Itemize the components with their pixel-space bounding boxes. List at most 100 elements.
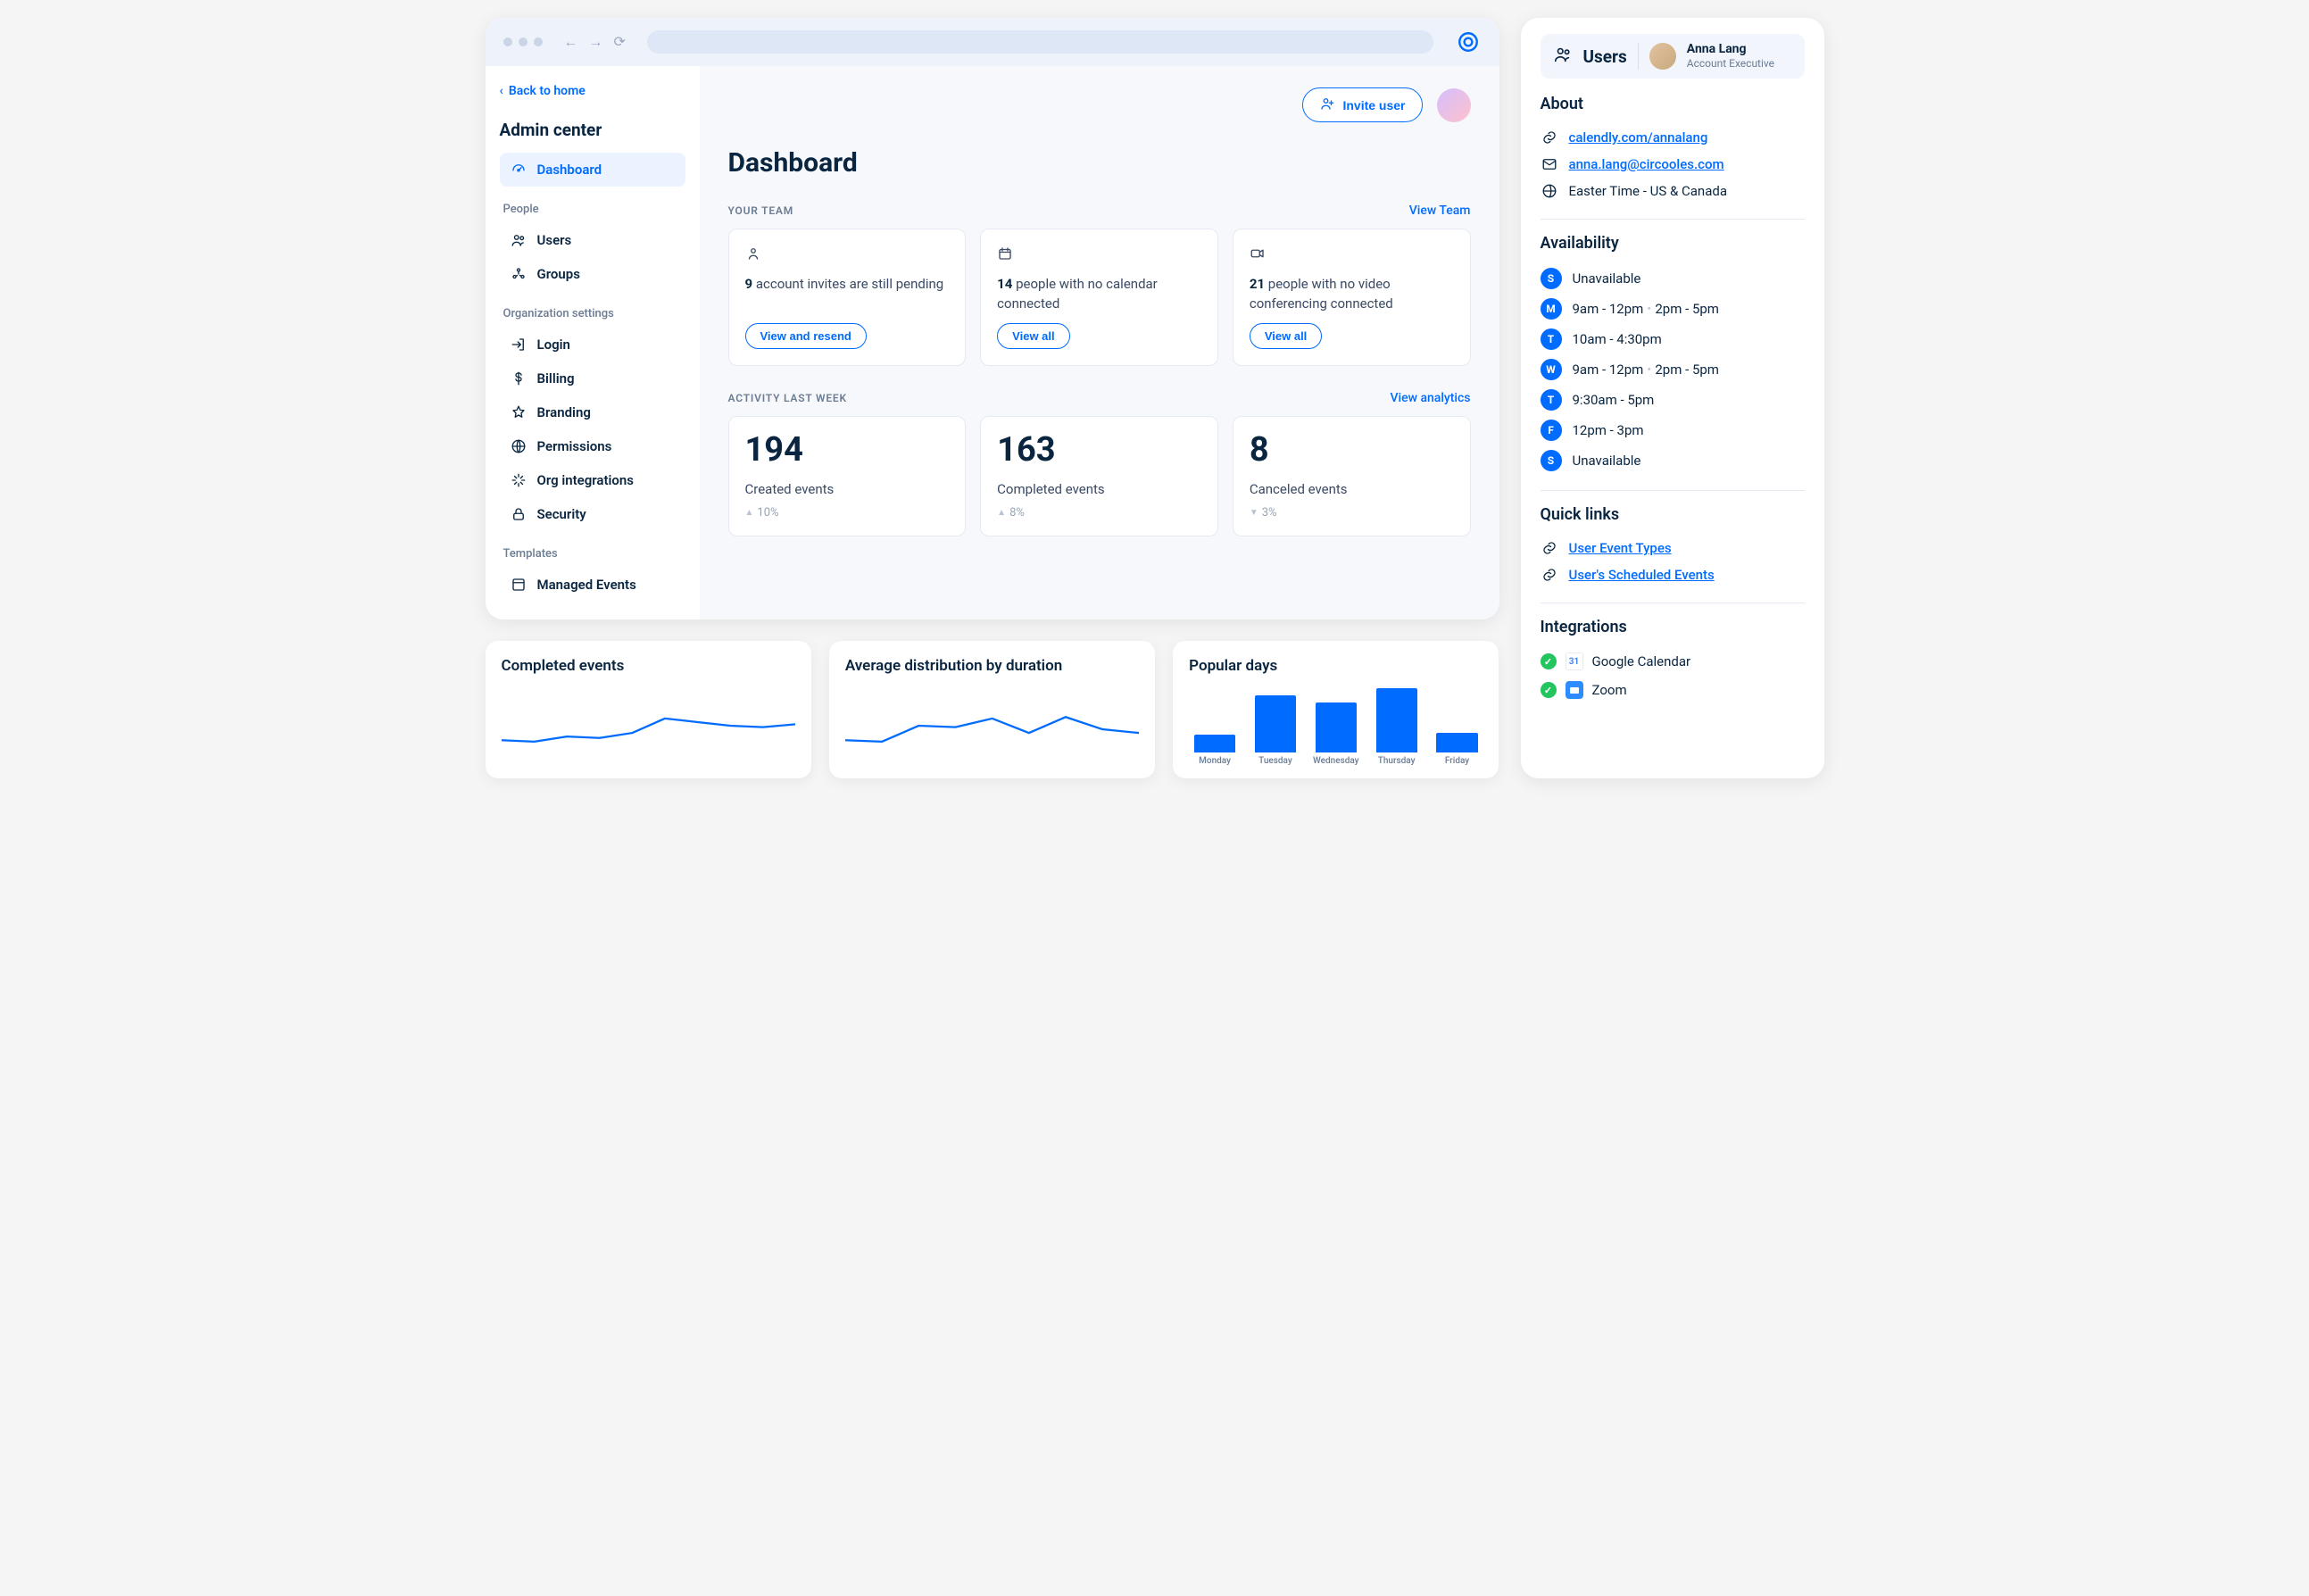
day-badge: M <box>1541 298 1562 320</box>
bar <box>1255 695 1296 752</box>
nav-label: Managed Events <box>537 577 636 593</box>
bar <box>1194 735 1235 752</box>
integrations-icon <box>511 472 527 488</box>
view-team-link[interactable]: View Team <box>1409 204 1471 218</box>
check-icon <box>1541 682 1557 698</box>
card-text: 9 account invites are still pending <box>745 275 950 295</box>
view-all-button[interactable]: View all <box>997 323 1069 349</box>
sidebar-item-groups[interactable]: Groups <box>500 257 685 291</box>
availability-slots: 9:30am - 5pm <box>1573 392 1655 408</box>
day-badge: T <box>1541 328 1562 350</box>
user-url-link[interactable]: calendly.com/annalang <box>1569 129 1708 145</box>
bar-thursday: Thursday <box>1371 688 1423 766</box>
refresh-icon[interactable]: ⟳ <box>614 33 626 51</box>
calendar-icon <box>997 245 1201 266</box>
bar-label: Thursday <box>1378 756 1416 766</box>
stat-label: Completed events <box>997 481 1201 497</box>
sidebar-item-billing[interactable]: Billing <box>500 362 685 395</box>
user-plus-icon <box>1319 96 1335 114</box>
separator <box>1541 219 1805 220</box>
view-and-resend-button[interactable]: View and resend <box>745 323 867 349</box>
back-arrow-icon[interactable]: ← <box>564 33 578 51</box>
invite-label: Invite user <box>1342 98 1405 112</box>
sidebar-item-dashboard[interactable]: Dashboard <box>500 153 685 187</box>
stat-value: 163 <box>997 433 1201 467</box>
team-card-video: 21 people with no video conferencing con… <box>1233 229 1471 366</box>
user-detail-panel: Users Anna Lang Account Executive About … <box>1521 18 1824 778</box>
sidebar-item-security[interactable]: Security <box>500 497 685 531</box>
traffic-dot <box>519 37 527 46</box>
user-scheduled-events-link[interactable]: User's Scheduled Events <box>1569 567 1715 583</box>
card-text: 21 people with no video conferencing con… <box>1250 275 1454 314</box>
availability-row: SUnavailable <box>1541 445 1805 476</box>
availability-row: T9:30am - 5pm <box>1541 385 1805 415</box>
chart-title: Average distribution by duration <box>845 657 1139 675</box>
bar <box>1436 733 1477 752</box>
forward-arrow-icon[interactable]: → <box>589 33 603 51</box>
user-event-types-link[interactable]: User Event Types <box>1569 540 1672 556</box>
user-email-row: anna.lang@circooles.com <box>1541 151 1805 178</box>
mail-icon <box>1541 156 1558 172</box>
view-all-button[interactable]: View all <box>1250 323 1322 349</box>
window-controls <box>503 37 543 46</box>
sidebar-item-permissions[interactable]: Permissions <box>500 429 685 463</box>
login-icon <box>511 337 527 353</box>
current-user-avatar[interactable] <box>1437 88 1471 122</box>
view-analytics-link[interactable]: View analytics <box>1390 391 1470 405</box>
section-activity-label: ACTIVITY LAST WEEK <box>728 392 847 404</box>
availability-row: W9am - 12pm•2pm - 5pm <box>1541 354 1805 385</box>
chart-popular-days: Popular days MondayTuesdayWednesdayThurs… <box>1173 641 1499 778</box>
nav-section-people: People <box>503 203 682 216</box>
link-icon <box>1541 567 1558 583</box>
team-cards-row: 9 account invites are still pending View… <box>728 229 1471 366</box>
card-text: 14 people with no calendar connected <box>997 275 1201 314</box>
nav-label: Login <box>537 337 570 353</box>
sidebar-item-managed-events[interactable]: Managed Events <box>500 568 685 602</box>
integration-row-google-calendar: 31 Google Calendar <box>1541 647 1805 676</box>
panel-header: Users Anna Lang Account Executive <box>1541 34 1805 79</box>
stat-value: 194 <box>745 433 950 467</box>
stat-value: 8 <box>1250 433 1454 467</box>
availability-title: Availability <box>1541 234 1805 253</box>
quick-link-row: User Event Types <box>1541 535 1805 561</box>
nav-label: Groups <box>537 266 580 282</box>
day-badge: F <box>1541 420 1562 441</box>
page-title: Dashboard <box>728 147 1471 179</box>
nav-section-org: Organization settings <box>503 307 682 320</box>
sidebar-item-branding[interactable]: Branding <box>500 395 685 429</box>
invite-user-button[interactable]: Invite user <box>1302 87 1422 122</box>
url-bar[interactable] <box>647 30 1433 54</box>
sidebar-item-login[interactable]: Login <box>500 328 685 362</box>
sidebar-item-org-integrations[interactable]: Org integrations <box>500 463 685 497</box>
activity-card-canceled: 8 Canceled events 3% <box>1233 416 1471 536</box>
check-icon <box>1541 653 1557 669</box>
line-chart <box>845 686 1139 766</box>
bar-label: Wednesday <box>1313 756 1359 766</box>
bar-monday: Monday <box>1189 735 1241 766</box>
user-email-link[interactable]: anna.lang@circooles.com <box>1569 156 1724 172</box>
chevron-left-icon: ‹ <box>500 84 503 98</box>
dollar-icon <box>511 370 527 387</box>
user-url-row: calendly.com/annalang <box>1541 124 1805 151</box>
bar-chart: MondayTuesdayWednesdayThursdayFriday <box>1189 686 1483 766</box>
nav-section-templates: Templates <box>503 547 682 561</box>
bar-wednesday: Wednesday <box>1310 702 1362 766</box>
link-icon <box>1541 129 1558 145</box>
chart-avg-distribution: Average distribution by duration <box>829 641 1155 778</box>
divider <box>1638 43 1639 70</box>
calendly-logo-icon <box>1455 29 1482 55</box>
availability-list: SUnavailable M 9am - 12pm•2pm - 5pm T 10am -… <box>1541 263 1805 476</box>
availability-slots: 9am - 12pm•2pm - 5pm <box>1573 301 1719 317</box>
user-icon <box>745 245 950 266</box>
nav-label: Security <box>537 506 586 522</box>
back-to-home-link[interactable]: ‹ Back to home <box>500 84 685 98</box>
template-icon <box>511 577 527 593</box>
zoom-icon <box>1566 681 1583 699</box>
user-avatar <box>1649 43 1676 70</box>
nav-label: Users <box>537 232 572 248</box>
availability-slots: 10am - 4:30pm <box>1573 331 1662 347</box>
panel-title: Users <box>1583 46 1627 67</box>
nav-label: Billing <box>537 370 575 387</box>
sidebar-item-users[interactable]: Users <box>500 223 685 257</box>
team-card-calendar: 14 people with no calendar connected Vie… <box>980 229 1218 366</box>
